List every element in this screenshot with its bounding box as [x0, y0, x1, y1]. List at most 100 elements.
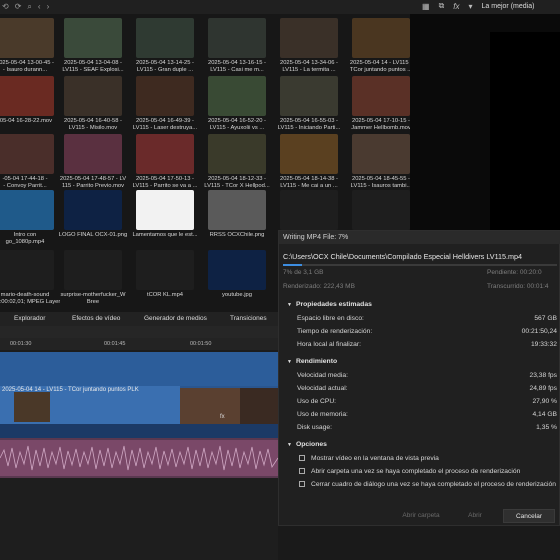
- perf-row: Velocidad actual: 24,89 fps: [297, 385, 557, 392]
- video-clip[interactable]: 2025-05-04 14 - LV115 - TCor juntando pu…: [0, 386, 180, 424]
- media-caption: 2025-05-04 16-40-58 - LV115 - Misilo.mov: [58, 118, 128, 132]
- row-label: Disk usage:: [297, 424, 332, 431]
- media-thumbnail[interactable]: [208, 250, 266, 290]
- section-title: Rendimiento: [295, 358, 338, 365]
- checkbox[interactable]: [299, 468, 305, 474]
- preview-quality-select[interactable]: La mejor (media): [482, 3, 535, 10]
- media-thumbnail[interactable]: [64, 76, 122, 116]
- caption-line: LV115 - Iniciando Parti...: [277, 125, 341, 131]
- media-caption: youtube.jpg: [202, 292, 272, 299]
- prop-row: Espacio libre en disco: 567 GB: [297, 315, 557, 322]
- media-caption: 2025-05-04 17-50-13 - LV115 - Parrito se …: [130, 176, 200, 190]
- caption-line: LOGO FINAL OCX-01.png: [58, 232, 128, 238]
- media-thumbnail[interactable]: [136, 250, 194, 290]
- media-caption: -05-04 17-44-18 -- Convoy Parrit...: [0, 176, 60, 190]
- media-thumbnail[interactable]: [0, 250, 54, 290]
- grid-icon[interactable]: ▦: [422, 2, 430, 11]
- row-value: 00:21:50,24: [521, 328, 557, 335]
- row-label: Espacio libre en disco:: [297, 315, 364, 322]
- tab-transiciones[interactable]: Transiciones: [230, 315, 267, 322]
- media-thumbnail[interactable]: [208, 190, 266, 230]
- back-icon[interactable]: ‹: [38, 2, 41, 12]
- perf-row: Velocidad media: 23,38 fps: [297, 372, 557, 379]
- search-icon[interactable]: ⌕: [27, 2, 31, 12]
- media-thumbnail[interactable]: [64, 134, 122, 174]
- open-folder-button[interactable]: Abrir carpeta: [391, 509, 451, 523]
- clip-thumbnail: [180, 388, 240, 424]
- media-thumbnail[interactable]: [64, 18, 122, 58]
- tab-efectos-video[interactable]: Efectos de vídeo: [72, 315, 120, 322]
- render-progress-dialog: Writing MP4 File: 7% C:\Users\OCX Chile\…: [278, 230, 560, 526]
- undo-icon[interactable]: ⟲: [2, 2, 9, 12]
- ruler-tick: 00:01:30: [10, 341, 32, 347]
- audio-track[interactable]: [0, 438, 278, 478]
- media-thumbnail[interactable]: [280, 76, 338, 116]
- media-thumbnail[interactable]: [208, 76, 266, 116]
- section-rendimiento[interactable]: ▼ Rendimiento: [287, 358, 337, 365]
- section-title: Opciones: [295, 441, 327, 448]
- prop-row: Tiempo de renderización: 00:21:50,24: [297, 328, 557, 335]
- video-clip-2[interactable]: fx: [180, 388, 278, 424]
- fx-icon[interactable]: fx: [220, 414, 225, 420]
- media-thumbnail[interactable]: [208, 134, 266, 174]
- cancel-button[interactable]: Cancelar: [503, 509, 555, 523]
- caption-line: 2025-05-04 13-04-08 -: [63, 60, 122, 66]
- row-label: Hora local al finalizar:: [297, 341, 361, 348]
- chevron-down-icon[interactable]: ▾: [469, 2, 473, 11]
- prop-row: Hora local al finalizar: 19:33:32: [297, 341, 557, 348]
- media-thumbnail[interactable]: [136, 134, 194, 174]
- media-thumbnail[interactable]: [352, 76, 410, 116]
- option-close-dialog[interactable]: Cerrar cuadro de diálogo una vez se haya…: [299, 481, 556, 488]
- caption-line: -05-04 17-44-18 -: [2, 176, 48, 182]
- tab-explorador[interactable]: Explorador: [14, 315, 45, 322]
- option-open-folder[interactable]: Abrir carpeta una vez se haya completado…: [299, 468, 520, 475]
- media-thumbnail[interactable]: [280, 190, 338, 230]
- media-thumbnail[interactable]: [64, 250, 122, 290]
- crop-icon[interactable]: ⧉: [439, 1, 445, 11]
- video-track[interactable]: 2025-05-04 14 - LV115 - TCor juntando pu…: [0, 386, 278, 424]
- media-thumbnail[interactable]: [136, 76, 194, 116]
- media-thumbnail[interactable]: [280, 18, 338, 58]
- media-caption: 2025-05-04 16-55-03 - LV115 - Iniciando P…: [274, 118, 344, 132]
- media-caption: LOGO FINAL OCX-01.png: [58, 232, 128, 239]
- empty-track-area[interactable]: [0, 478, 278, 560]
- media-thumbnail[interactable]: [0, 190, 54, 230]
- redo-icon[interactable]: ⟳: [15, 2, 22, 12]
- audio-waveform: [0, 440, 278, 476]
- media-caption: tCOR KL.mp4: [130, 292, 200, 299]
- checkbox[interactable]: [299, 455, 305, 461]
- perf-row: Uso de CPU: 27,90 %: [297, 398, 557, 405]
- media-caption: mario-death-sound; 00:00:02,01; MPEG Lay…: [0, 292, 60, 306]
- media-thumbnail[interactable]: [0, 18, 54, 58]
- media-caption: surprise-motherfucker_W Bree: [58, 292, 128, 306]
- timeline-ruler[interactable]: 00:01:30 00:01:45 00:01:50: [0, 338, 278, 350]
- media-thumbnail[interactable]: [208, 18, 266, 58]
- media-thumbnail[interactable]: [64, 190, 122, 230]
- media-thumbnail[interactable]: [352, 134, 410, 174]
- option-show-preview[interactable]: Mostrar vídeo en la ventana de vista pre…: [299, 455, 439, 462]
- media-thumbnail[interactable]: [352, 18, 410, 58]
- row-value: 19:33:32: [530, 341, 557, 348]
- video-track-upper[interactable]: [0, 352, 278, 386]
- section-opciones[interactable]: ▼ Opciones: [287, 441, 327, 448]
- checkbox[interactable]: [299, 481, 305, 487]
- caption-line: 2025-05-04 14 - LV115 -: [349, 60, 410, 66]
- media-thumbnail[interactable]: [136, 190, 194, 230]
- media-thumbnail[interactable]: [280, 134, 338, 174]
- progress-fill: [283, 264, 303, 266]
- media-caption: 2025-05-04 13-04-08 - LV115 - SEAF Explos…: [58, 60, 128, 74]
- open-button[interactable]: Abrir: [455, 509, 495, 523]
- media-thumbnail[interactable]: [352, 190, 410, 230]
- timeline[interactable]: 00:01:30 00:01:45 00:01:50 2025-05-04 14…: [0, 326, 278, 560]
- media-thumbnail[interactable]: [0, 134, 54, 174]
- caption-line: 2025-05-04 17-10-15 -: [351, 118, 410, 124]
- forward-icon[interactable]: ›: [47, 2, 50, 12]
- section-propiedades[interactable]: ▼ Propiedades estimadas: [287, 301, 372, 308]
- fx-icon[interactable]: fx: [453, 2, 459, 11]
- collapse-icon: ▼: [287, 442, 292, 448]
- window-tabs: Explorador Efectos de vídeo Generador de…: [0, 312, 278, 326]
- media-thumbnail[interactable]: [136, 18, 194, 58]
- media-thumbnail[interactable]: [0, 76, 54, 116]
- tab-generador-medios[interactable]: Generador de medios: [144, 315, 207, 322]
- row-value: 567 GB: [534, 315, 557, 322]
